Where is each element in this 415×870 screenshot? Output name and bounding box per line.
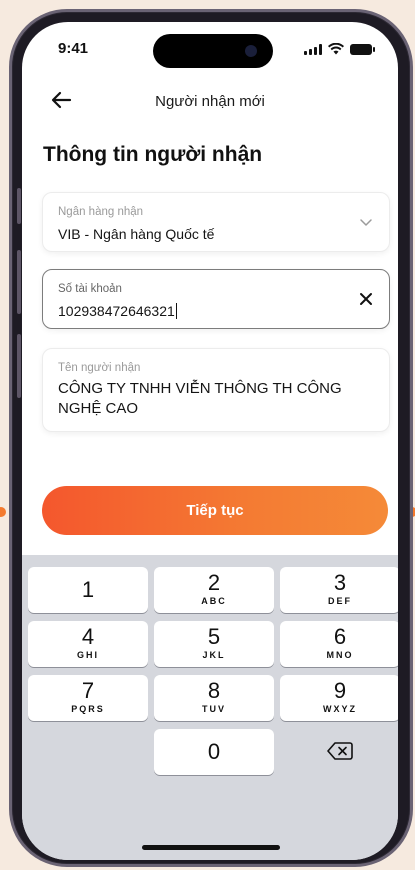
key-digit: 2 (207, 570, 221, 595)
key-digit: 5 (207, 624, 221, 649)
phone-screen: 9:41 Người nhận mới Thông tin người nhận… (22, 22, 398, 860)
key-6[interactable]: 6 MNO (280, 621, 398, 667)
accent-dot-left (0, 507, 6, 517)
nav-bar: Người nhận mới (22, 80, 398, 120)
home-indicator (142, 845, 280, 850)
key-digit: 0 (207, 739, 221, 764)
key-digit: 6 (333, 624, 347, 649)
bank-select[interactable]: Ngân hàng nhận VIB - Ngân hàng Quốc tế (42, 192, 390, 252)
mute-switch (17, 188, 21, 224)
chevron-down-icon (360, 219, 372, 226)
dynamic-island (153, 34, 273, 68)
key-0[interactable]: 0 (154, 729, 274, 775)
key-letters: PQRS (71, 704, 105, 714)
key-1[interactable]: 1 (28, 567, 148, 613)
recipient-name-value: CÔNG TY TNHH VIỄN THÔNG TH CÔNG NGHỆ CAO (58, 380, 342, 417)
key-7[interactable]: 7 PQRS (28, 675, 148, 721)
key-digit: 7 (81, 678, 95, 703)
volume-down-button (17, 334, 21, 398)
key-letters: MNO (326, 650, 354, 660)
battery-icon (350, 44, 375, 55)
account-label: Số tài khoản (58, 283, 122, 295)
signal-icon (304, 44, 322, 55)
key-5[interactable]: 5 JKL (154, 621, 274, 667)
backspace-button[interactable] (280, 729, 398, 775)
key-3[interactable]: 3 DEF (280, 567, 398, 613)
key-digit: 1 (81, 577, 95, 602)
account-value: 102938472646321 (58, 303, 178, 319)
numeric-keypad: 1 2 ABC 3 DEF 4 GHI 5 JKL 6 MNO 7 PQRS 8… (22, 555, 398, 860)
wifi-icon (328, 43, 344, 55)
close-icon[interactable] (355, 288, 377, 310)
bank-label: Ngân hàng nhận (58, 206, 144, 218)
account-value-text: 102938472646321 (58, 303, 175, 319)
camera-icon (245, 45, 257, 57)
key-2[interactable]: 2 ABC (154, 567, 274, 613)
bank-value: VIB - Ngân hàng Quốc tế (58, 226, 215, 242)
status-icons (304, 43, 375, 55)
recipient-name-label: Tên người nhận (58, 362, 141, 374)
page-title: Người nhận mới (155, 93, 265, 110)
key-digit: 9 (333, 678, 347, 703)
account-number-input[interactable]: Số tài khoản 102938472646321 (42, 269, 390, 329)
key-9[interactable]: 9 WXYZ (280, 675, 398, 721)
key-letters: JKL (202, 650, 226, 660)
backspace-icon (327, 742, 353, 760)
status-bar: 9:41 (22, 22, 398, 76)
key-4[interactable]: 4 GHI (28, 621, 148, 667)
recipient-name-field: Tên người nhận CÔNG TY TNHH VIỄN THÔNG T… (42, 348, 390, 432)
key-8[interactable]: 8 TUV (154, 675, 274, 721)
key-letters: ABC (201, 596, 227, 606)
key-digit: 3 (333, 570, 347, 595)
key-letters: DEF (328, 596, 352, 606)
text-caret (175, 303, 178, 319)
status-time: 9:41 (58, 40, 89, 57)
section-title: Thông tin người nhận (43, 143, 263, 166)
key-letters: WXYZ (323, 704, 357, 714)
volume-up-button (17, 250, 21, 314)
key-letters: TUV (202, 704, 226, 714)
key-digit: 4 (81, 624, 95, 649)
key-digit: 8 (207, 678, 221, 703)
key-letters: GHI (76, 650, 99, 660)
continue-button[interactable]: Tiếp tục (42, 486, 388, 535)
